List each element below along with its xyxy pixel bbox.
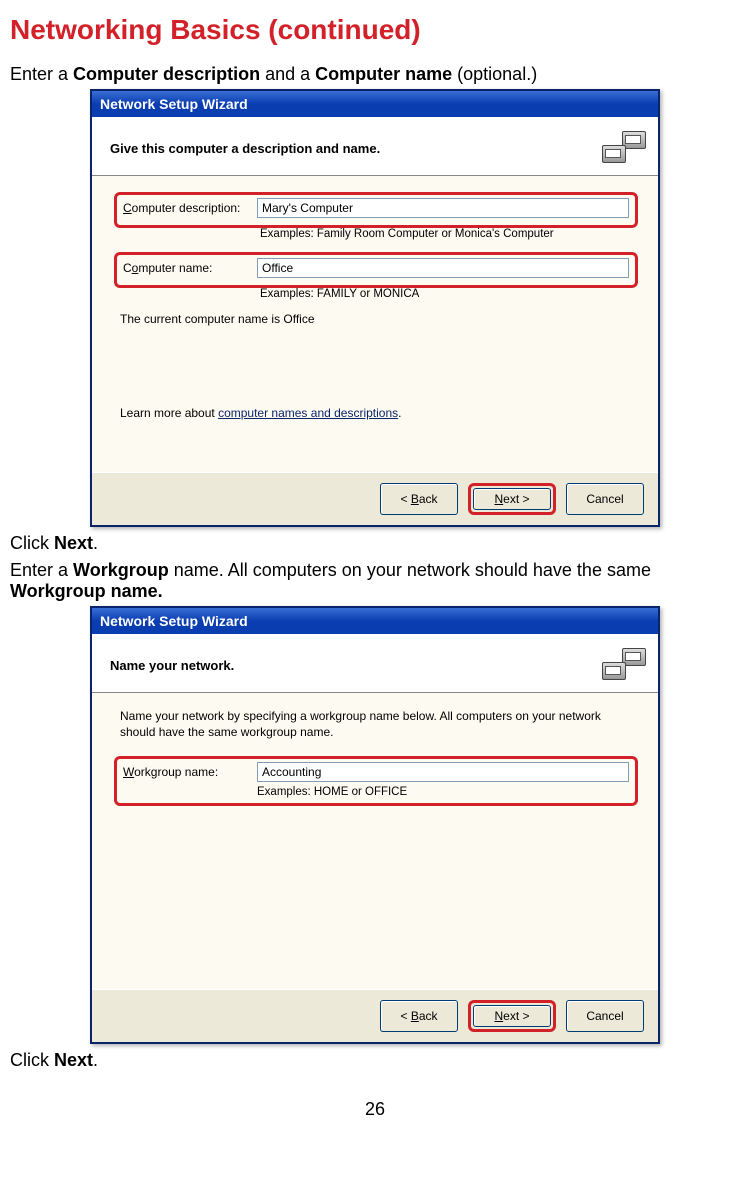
workgroup-hint: Examples: HOME or OFFICE — [257, 786, 629, 798]
wizard-header: Give this computer a description and nam… — [92, 117, 658, 176]
instr2-pre: Enter a — [10, 560, 73, 580]
highlight-name-row: Computer name:Computer name: — [114, 252, 638, 288]
learn-pre: Learn more about — [120, 406, 218, 420]
wizard-heading: Give this computer a description and nam… — [110, 141, 380, 156]
click-text: Click — [10, 533, 54, 553]
instruction-1: Enter a Computer description and a Compu… — [10, 64, 740, 85]
click-next-2: Click Next. — [10, 1050, 740, 1071]
wizard-header-2: Name your network. — [92, 634, 658, 693]
wizard-footer-2: < Back< Back Next >Next > Cancel — [92, 989, 658, 1042]
instruction-2: Enter a Workgroup name. All computers on… — [10, 560, 740, 602]
wizard-workgroup: Network Setup Wizard Name your network. … — [90, 606, 660, 1044]
learn-period: . — [398, 406, 401, 420]
next-button-2[interactable]: Next >Next > — [473, 1005, 551, 1027]
network-computers-icon — [602, 648, 646, 682]
click-next-1: Click Next. — [10, 533, 740, 554]
instr1-b2: Computer name — [315, 64, 452, 84]
instr2-b1: Workgroup — [73, 560, 169, 580]
next-button[interactable]: Next >Next > — [473, 488, 551, 510]
wizard-footer: < Back< Back Next >Next > Cancel — [92, 472, 658, 525]
period1: . — [93, 533, 98, 553]
page-number: 26 — [10, 1099, 740, 1120]
highlight-workgroup-row: Workgroup name:Workgroup name: Examples:… — [114, 756, 638, 806]
learn-link[interactable]: computer names and descriptions — [218, 406, 398, 420]
next-bold: Next — [54, 533, 93, 553]
click-text-2: Click — [10, 1050, 54, 1070]
computer-name-field[interactable] — [257, 258, 629, 278]
highlight-next: Next >Next > — [468, 483, 556, 515]
workgroup-name-field[interactable] — [257, 762, 629, 782]
period2: . — [93, 1050, 98, 1070]
titlebar-2: Network Setup Wizard — [92, 608, 658, 634]
instr1-post: (optional.) — [452, 64, 537, 84]
name-label: Computer name:Computer name: — [123, 261, 257, 275]
desc-label: CComputer description:omputer descriptio… — [123, 201, 257, 215]
learn-more: Learn more about computer names and desc… — [120, 406, 638, 420]
highlight-next-2: Next >Next > — [468, 1000, 556, 1032]
back-button[interactable]: < Back< Back — [380, 483, 458, 515]
highlight-desc-row: CComputer description:omputer descriptio… — [114, 192, 638, 228]
cancel-button[interactable]: Cancel — [566, 483, 644, 515]
instr2-mid: name. All computers on your network shou… — [169, 560, 651, 580]
next-bold-2: Next — [54, 1050, 93, 1070]
wizard-heading-2: Name your network. — [110, 658, 234, 673]
instr1-pre: Enter a — [10, 64, 73, 84]
page-title: Networking Basics (continued) — [10, 14, 740, 46]
wizard-body: CComputer description:omputer descriptio… — [92, 176, 658, 472]
wizard-computer-name: Network Setup Wizard Give this computer … — [90, 89, 660, 527]
name-hint: Examples: FAMILY or MONICA — [260, 288, 638, 300]
network-computers-icon — [602, 131, 646, 165]
instr1-b1: Computer description — [73, 64, 260, 84]
cancel-button-2[interactable]: Cancel — [566, 1000, 644, 1032]
workgroup-intro: Name your network by specifying a workgr… — [120, 709, 638, 740]
instr1-mid: and a — [260, 64, 315, 84]
titlebar: Network Setup Wizard — [92, 91, 658, 117]
back-button-2[interactable]: < Back< Back — [380, 1000, 458, 1032]
computer-description-field[interactable] — [257, 198, 629, 218]
desc-hint: Examples: Family Room Computer or Monica… — [260, 228, 638, 240]
instr2-b2: Workgroup name. — [10, 581, 163, 601]
workgroup-label: Workgroup name:Workgroup name: — [123, 765, 257, 779]
wizard-body-2: Name your network by specifying a workgr… — [92, 693, 658, 989]
current-name-note: The current computer name is Office — [120, 312, 638, 326]
